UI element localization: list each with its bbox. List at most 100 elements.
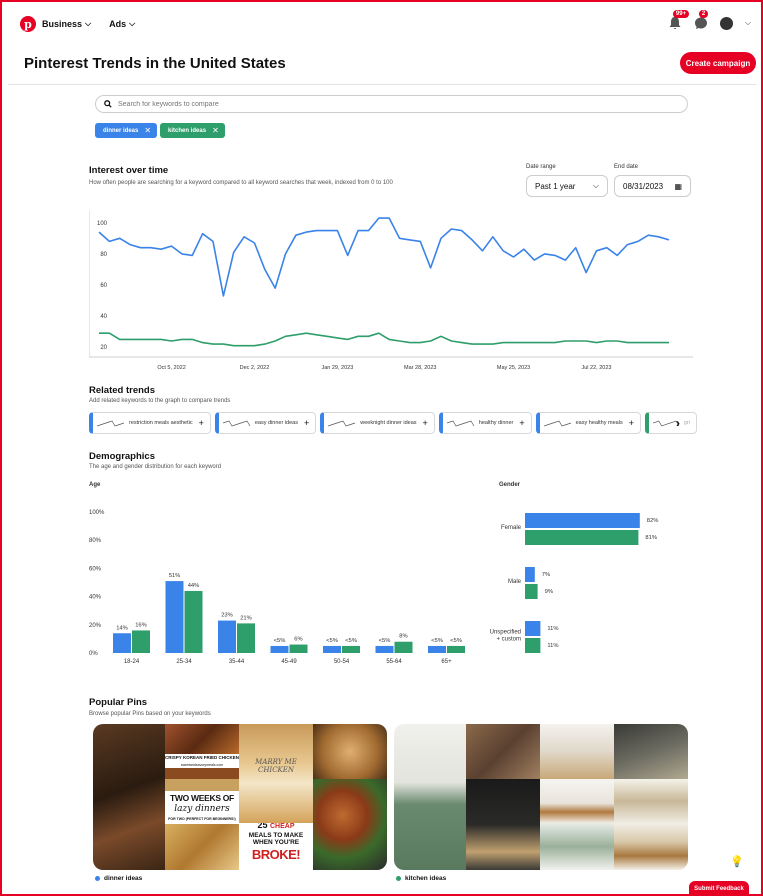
end-date-input[interactable]: 08/31/2023 ▦ <box>614 175 691 197</box>
date-range-label: Date range <box>526 164 556 170</box>
pin-cheap-meals[interactable]: 25 CHEAP MEALS TO MAKE WHEN YOU'RE BROKE… <box>239 823 313 870</box>
plus-icon[interactable]: + <box>304 418 309 428</box>
sparkline-icon <box>543 420 571 427</box>
series-line-kitchen-ideas <box>99 332 669 347</box>
date-range-select[interactable]: Past 1 year ⌵ <box>526 175 608 197</box>
bell-icon <box>669 17 681 29</box>
pin-text: MEALS TO MAKE <box>248 832 304 839</box>
messages-button[interactable]: 2 <box>694 10 709 30</box>
pin-marry-me-chicken[interactable]: MARRY ME CHICKEN <box>239 724 313 823</box>
y-tick-label: 80 <box>100 252 107 258</box>
pin-collage-dinner-ideas[interactable]: CRISPY KOREAN FRIED CHICKEN sweetandsavo… <box>93 724 387 870</box>
keyword-chip-dinner-ideas[interactable]: dinner ideas ✕ <box>95 123 158 138</box>
pin-image-dark-kitchen[interactable] <box>614 724 688 779</box>
related-trend-label: weeknight dinner ideas <box>360 420 417 426</box>
interest-title: Interest over time <box>89 165 169 176</box>
age-bar-dinner-ideas <box>270 645 289 653</box>
sparkline-icon <box>328 420 356 427</box>
data-label: 11% <box>547 626 558 632</box>
pin-image-food <box>165 768 239 779</box>
pin-image-wood-counter[interactable] <box>540 779 614 823</box>
chevron-right-icon[interactable]: › <box>676 416 680 430</box>
age-bar-kitchen-ideas <box>289 644 308 653</box>
sparkline <box>222 420 251 427</box>
plus-icon[interactable]: + <box>629 418 634 428</box>
age-chart-title: Age <box>89 482 101 488</box>
related-trend-chip[interactable]: weeknight dinner ideas + <box>320 412 435 434</box>
plus-icon[interactable]: + <box>423 418 428 428</box>
data-label: 8% <box>399 634 407 640</box>
create-campaign-button[interactable]: Create campaign <box>680 52 756 74</box>
pin-image-open-shelf[interactable] <box>614 779 688 823</box>
y-tick-label: 40 <box>100 314 107 320</box>
data-label: 11% <box>547 643 558 649</box>
chevron-down-icon[interactable]: ⌵ <box>745 18 751 28</box>
age-bar-kitchen-ideas <box>184 590 203 653</box>
data-label: <5% <box>326 638 338 644</box>
pin-image-sage-kitchen[interactable] <box>540 823 614 870</box>
close-icon[interactable]: ✕ <box>144 126 151 135</box>
pin-korean-label: CRISPY KOREAN FRIED CHICKEN sweetandsavo… <box>165 754 239 768</box>
y-tick-label: 40% <box>89 595 102 601</box>
notifications-button[interactable]: 99+ <box>668 10 690 30</box>
gender-category-label: Male <box>508 579 522 585</box>
x-tick-label: Jul 22, 2023 <box>581 365 611 371</box>
plus-icon[interactable]: + <box>519 418 524 428</box>
pin-text: sweetandsavorymeals.com <box>180 763 224 767</box>
y-tick-label: 60 <box>100 283 107 289</box>
x-tick-label: Jan 29, 2023 <box>321 365 353 371</box>
pin-image-steak-bites[interactable] <box>93 724 165 870</box>
plus-icon[interactable]: + <box>199 418 204 428</box>
x-tick-label: 25-34 <box>176 659 192 665</box>
related-trend-chip[interactable]: restriction meals aesthetic + <box>89 412 211 434</box>
keyword-search[interactable] <box>95 95 688 113</box>
business-menu[interactable]: Business ⌵ <box>42 19 91 29</box>
age-bar-dinner-ideas <box>428 645 446 653</box>
pin-lazy-dinners[interactable]: TWO WEEKS OF lazy dinners FOR TWO (PERFE… <box>165 779 239 870</box>
pin-text: CHEAP <box>270 823 295 830</box>
data-label: 21% <box>240 615 252 621</box>
pin-collage-kitchen-ideas[interactable] <box>394 724 688 870</box>
calendar-icon: ▦ <box>674 181 682 191</box>
related-trend-chip[interactable]: gri <box>644 412 697 434</box>
y-tick-label: 60% <box>89 566 102 572</box>
sparkline <box>652 420 680 427</box>
gender-chart-title: Gender <box>499 482 521 488</box>
popular-pins-title: Popular Pins <box>89 697 148 708</box>
pinterest-logo-icon[interactable]: p <box>20 16 36 32</box>
data-label: <5% <box>379 638 391 644</box>
x-tick-label: 18-24 <box>124 659 140 665</box>
close-icon[interactable]: ✕ <box>212 126 219 135</box>
submit-feedback-button[interactable]: Submit Feedback <box>689 881 749 896</box>
search-icon <box>104 100 112 108</box>
age-bar-dinner-ideas <box>323 645 341 653</box>
y-tick-label: 20 <box>100 345 107 351</box>
pin-image-butcher-block[interactable] <box>614 823 688 870</box>
ads-menu[interactable]: Ads ⌵ <box>109 19 135 29</box>
gender-bar-dinner-ideas <box>525 567 535 582</box>
x-tick-label: 65+ <box>441 659 452 665</box>
pin-image-shelves[interactable] <box>540 724 614 779</box>
sparkline <box>97 420 125 427</box>
y-tick-label: 100 <box>97 221 108 227</box>
pin-caption-dinner-ideas: dinner ideas <box>95 875 142 882</box>
keyword-chip-kitchen-ideas[interactable]: kitchen ideas ✕ <box>160 123 225 138</box>
pin-image-green-kitchen[interactable] <box>394 724 466 870</box>
gender-bar-kitchen-ideas <box>525 638 541 653</box>
related-trend-chip[interactable]: easy dinner ideas + <box>214 412 317 434</box>
pin-korean-chicken[interactable]: CRISPY KOREAN FRIED CHICKEN sweetandsavo… <box>165 724 239 779</box>
related-trend-label: restriction meals aesthetic <box>129 420 193 426</box>
pin-image-chicken-bowl[interactable] <box>313 779 387 870</box>
lightbulb-icon[interactable]: 💡 <box>729 855 745 871</box>
header-divider <box>8 84 756 85</box>
pin-image-pasta[interactable] <box>313 724 387 779</box>
pin-image-pantry[interactable] <box>466 724 540 779</box>
gender-bar-kitchen-ideas <box>525 584 538 599</box>
related-trend-chip[interactable]: easy healthy meals + <box>535 412 641 434</box>
avatar[interactable] <box>719 16 733 30</box>
end-date-label: End date <box>614 164 639 170</box>
data-label: 9% <box>545 589 553 595</box>
pin-image-black-kitchen[interactable] <box>466 779 540 870</box>
related-trend-chip[interactable]: healthy dinner + <box>438 412 532 434</box>
search-input[interactable] <box>118 100 668 108</box>
